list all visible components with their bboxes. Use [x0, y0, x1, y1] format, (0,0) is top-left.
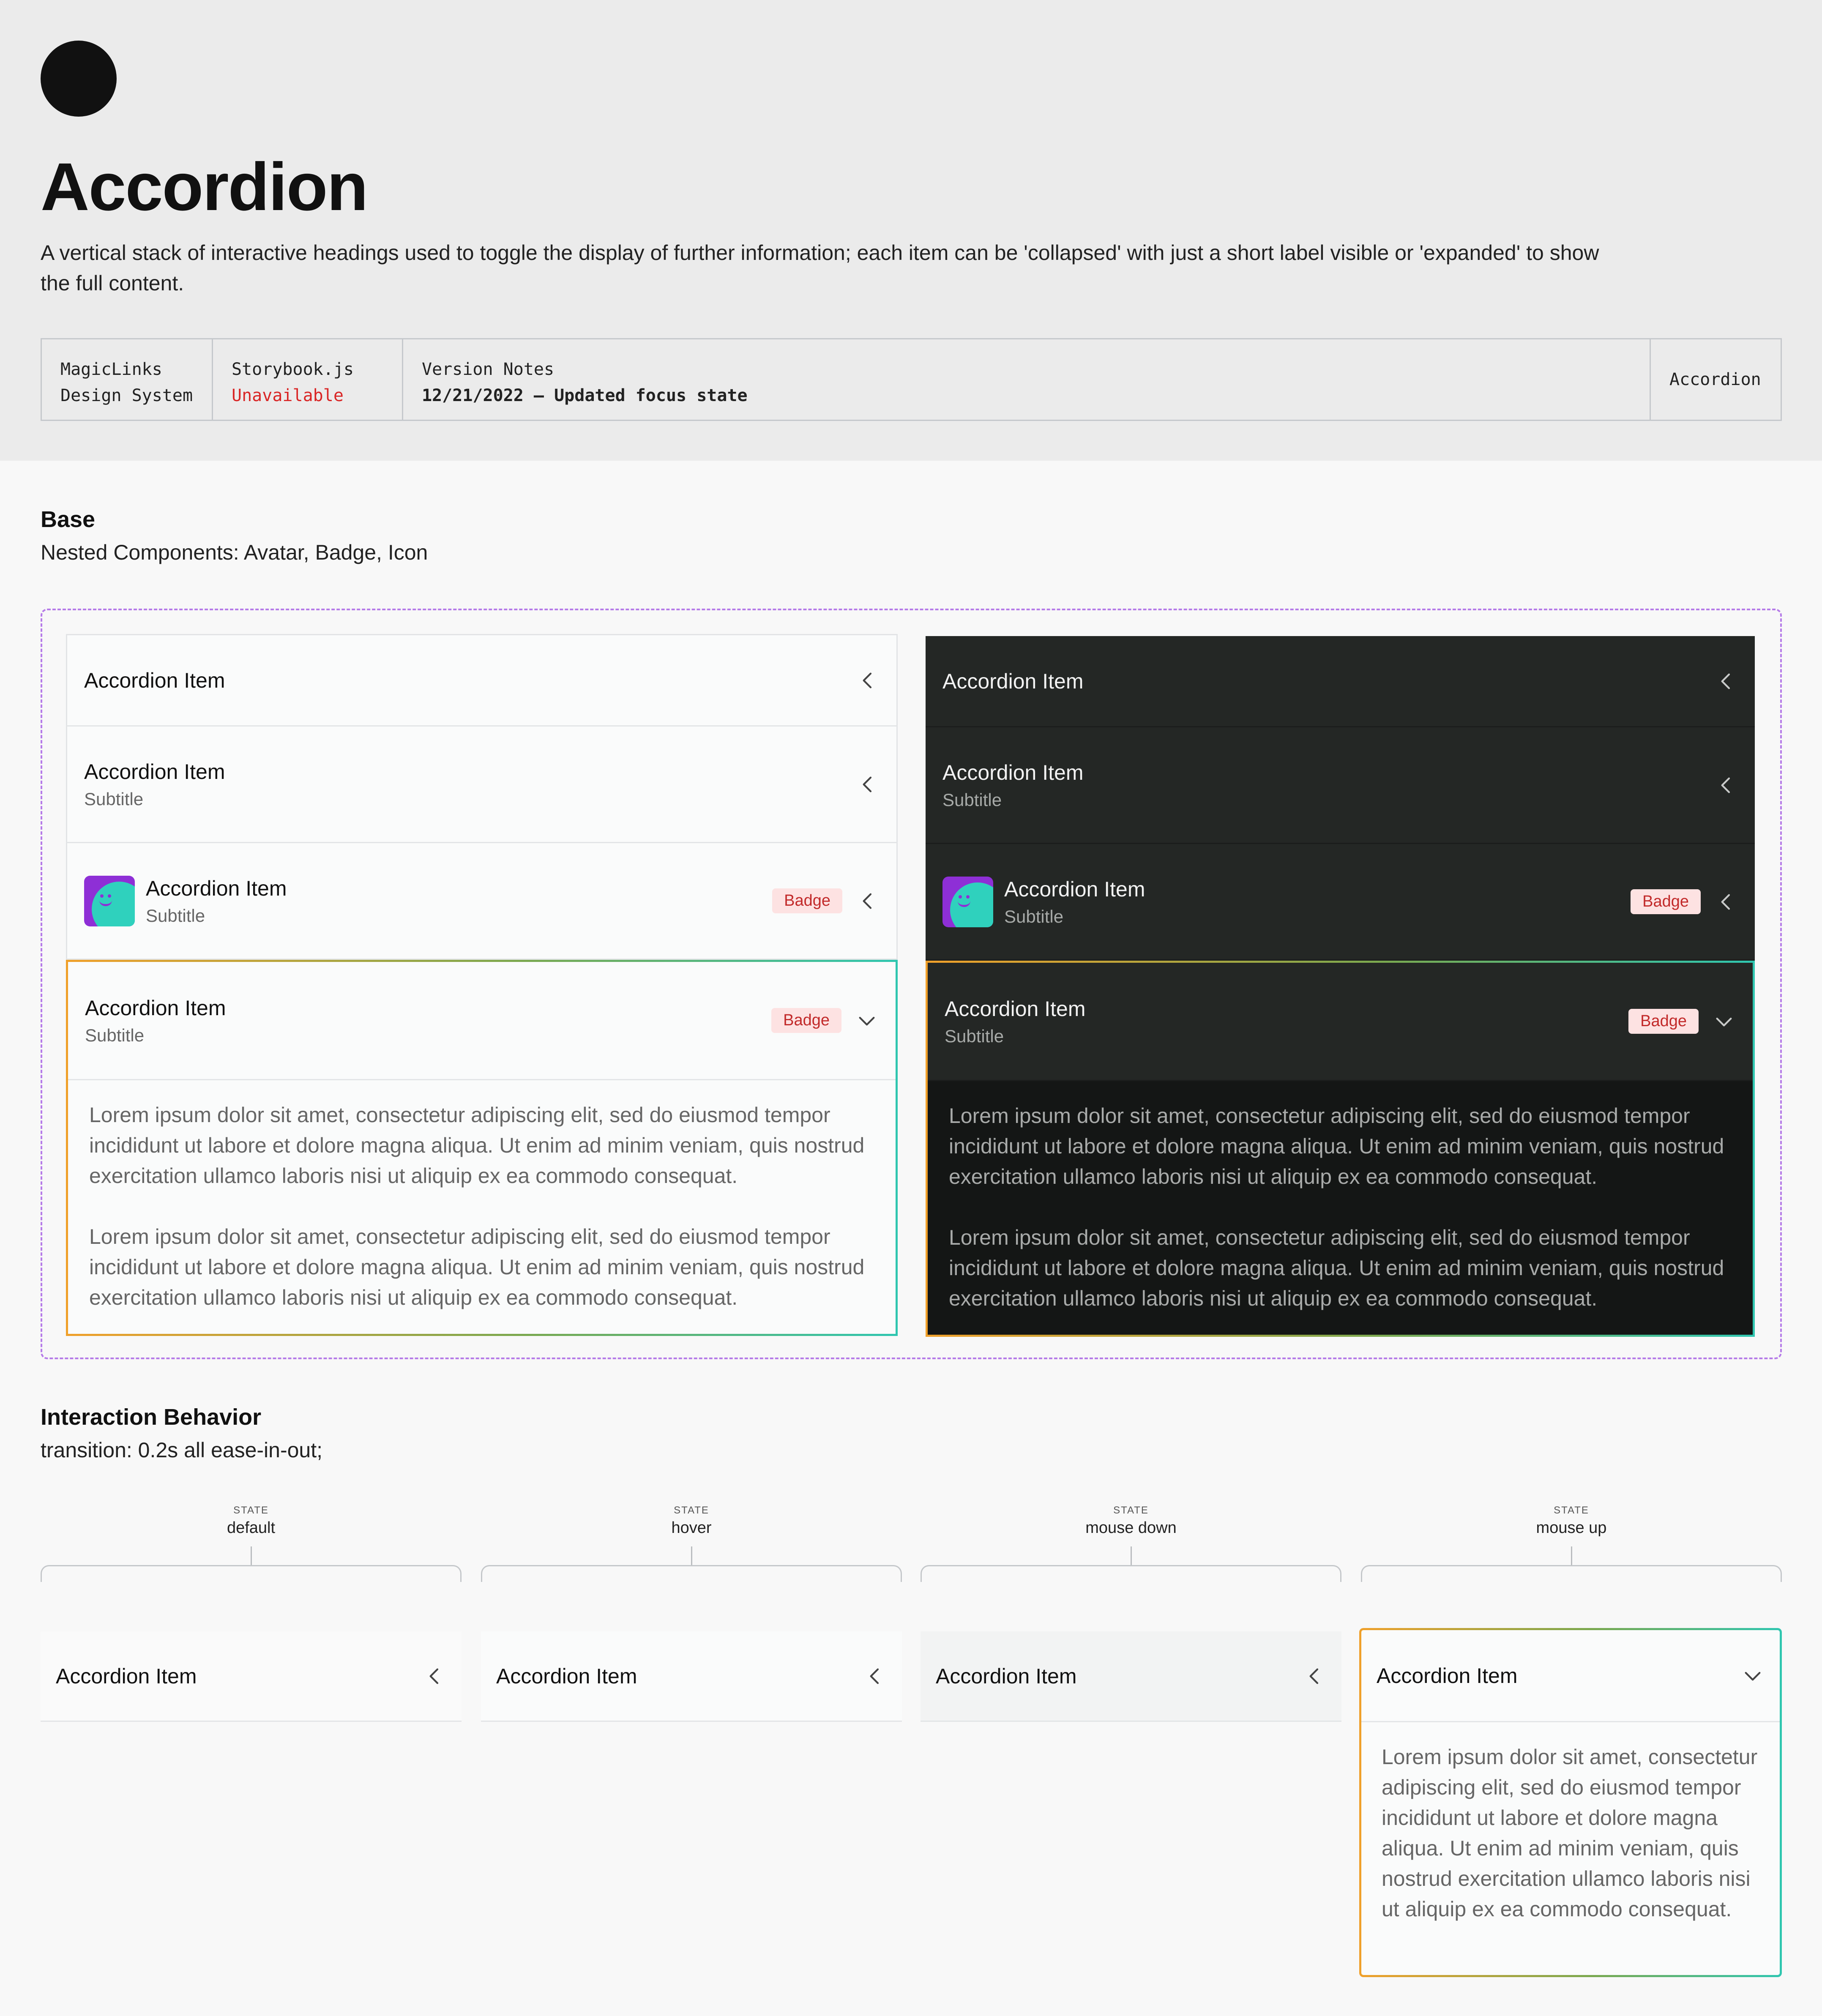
badge: Badge [1631, 889, 1701, 914]
accordion-item-expanded[interactable]: Accordion Item Subtitle Badge Lorem ipsu… [926, 961, 1755, 1337]
meta-storybook: Storybook.js Unavailable [213, 339, 403, 420]
state-value: hover [671, 1519, 712, 1537]
accordion-item[interactable]: Accordion Item [926, 636, 1755, 727]
chevron-down-icon[interactable] [1741, 1664, 1765, 1688]
accordion-item-title: Accordion Item [942, 760, 1084, 784]
notes-value: 12/21/2022 – Updated focus state [422, 386, 748, 405]
chevron-left-icon[interactable] [1714, 890, 1738, 914]
state-label: STATE [1113, 1505, 1149, 1516]
accordion-item-title: Accordion Item [936, 1664, 1077, 1688]
accordion-item-subtitle: Subtitle [945, 1026, 1004, 1046]
badge: Badge [772, 888, 842, 913]
state-bracket [481, 1565, 902, 1582]
accordion-dark: Accordion Item Accordion Item Subtitle A… [926, 636, 1755, 1337]
state-bracket [1361, 1565, 1782, 1582]
meta-component: Accordion [1650, 339, 1781, 420]
state-label: STATE [674, 1505, 709, 1516]
accordion-item-hover[interactable]: Accordion Item [481, 1631, 902, 1722]
state-label: STATE [233, 1505, 269, 1516]
accordion-item-title: Accordion Item [56, 1664, 197, 1688]
state-value: mouse down [1085, 1519, 1177, 1537]
chevron-left-icon[interactable] [423, 1664, 446, 1688]
accordion-panel: Lorem ipsum dolor sit amet, consectetur … [928, 1081, 1753, 1335]
chevron-left-icon[interactable] [856, 773, 880, 796]
avatar [942, 876, 993, 927]
chevron-down-icon[interactable] [1712, 1010, 1736, 1033]
chevron-left-icon[interactable] [863, 1664, 887, 1688]
state-value: default [227, 1519, 276, 1537]
page-title: Accordion [41, 149, 368, 224]
base-section-subtitle: Nested Components: Avatar, Badge, Icon [41, 541, 428, 564]
state-bracket [41, 1565, 462, 1582]
accordion-item-title: Accordion Item [84, 759, 225, 784]
accordion-panel: Lorem ipsum dolor sit amet, consectetur … [1382, 1745, 1758, 1921]
accordion-item-subtitle: Subtitle [942, 789, 1002, 810]
state-label: STATE [1554, 1505, 1589, 1516]
meta-system-line2: Design System [60, 386, 193, 405]
accordion-item-header[interactable]: Accordion Item Subtitle Badge [928, 963, 1753, 1081]
accordion-item-subtitle: Subtitle [85, 1025, 145, 1045]
accordion-item-title: Accordion Item [1004, 877, 1145, 901]
accordion-item-subtitle: Subtitle [1004, 906, 1064, 926]
accordion-panel: Lorem ipsum dolor sit amet, consectetur … [68, 1080, 896, 1334]
chevron-left-icon[interactable] [856, 889, 880, 913]
chevron-left-icon[interactable] [1303, 1664, 1326, 1688]
accordion-item-title: Accordion Item [496, 1664, 637, 1688]
panel-paragraph: Lorem ipsum dolor sit amet, consectetur … [89, 1225, 865, 1309]
interaction-section-subtitle: transition: 0.2s all ease-in-out; [41, 1438, 323, 1462]
accordion-item-expanded[interactable]: Accordion Item Subtitle Badge Lorem ipsu… [66, 960, 898, 1336]
chevron-left-icon[interactable] [1714, 773, 1738, 797]
meta-system-line1: MagicLinks [60, 360, 162, 379]
state-value: mouse up [1536, 1519, 1607, 1537]
state-hover: STATE hover [481, 1505, 902, 1582]
accordion-item-title: Accordion Item [1377, 1664, 1518, 1688]
storybook-status[interactable]: Unavailable [232, 382, 383, 409]
accordion-item-default[interactable]: Accordion Item [41, 1631, 462, 1722]
panel-paragraph: Lorem ipsum dolor sit amet, consectetur … [89, 1103, 865, 1188]
accordion-item-title: Accordion Item [945, 997, 1086, 1021]
accordion-item-title: Accordion Item [84, 668, 225, 692]
panel-paragraph: Lorem ipsum dolor sit amet, consectetur … [949, 1226, 1724, 1310]
state-bracket [921, 1565, 1341, 1582]
accordion-item[interactable]: Accordion Item Subtitle Badge [926, 844, 1755, 961]
accordion-item-mouse-down[interactable]: Accordion Item [921, 1631, 1341, 1722]
accordion-item-header[interactable]: Accordion Item Subtitle Badge [68, 962, 896, 1080]
accordion-item[interactable]: Accordion Item [67, 635, 896, 727]
accordion-item[interactable]: Accordion Item Subtitle [67, 727, 896, 843]
storybook-label: Storybook.js [232, 360, 354, 379]
badge: Badge [1628, 1009, 1699, 1034]
interaction-section-title: Interaction Behavior [41, 1404, 262, 1430]
chevron-left-icon[interactable] [856, 669, 880, 692]
accordion-item-subtitle: Subtitle [146, 905, 205, 926]
accordion-item[interactable]: Accordion Item Subtitle [926, 727, 1755, 844]
state-mouse-up: STATE mouse up [1361, 1505, 1782, 1582]
accordion-item-title: Accordion Item [146, 876, 287, 900]
page-header: Accordion A vertical stack of interactiv… [0, 0, 1822, 461]
notes-label: Version Notes [422, 360, 555, 379]
accordion-light: Accordion Item Accordion Item Subtitle A… [66, 634, 898, 1336]
accordion-item-title: Accordion Item [85, 996, 226, 1020]
accordion-item-subtitle: Subtitle [84, 789, 144, 809]
logo [41, 41, 117, 117]
accordion-item-title: Accordion Item [942, 669, 1084, 693]
accordion-item[interactable]: Accordion Item Subtitle Badge [67, 843, 896, 960]
accordion-item-mouse-up[interactable]: Accordion Item Lorem ipsum dolor sit ame… [1359, 1628, 1782, 1977]
avatar [84, 875, 135, 926]
state-default: STATE default [41, 1505, 462, 1582]
base-section-title: Base [41, 507, 96, 532]
state-mouse-down: STATE mouse down [921, 1505, 1341, 1582]
meta-system: MagicLinks Design System [42, 339, 213, 420]
meta-table: MagicLinks Design System Storybook.js Un… [41, 338, 1782, 421]
badge: Badge [771, 1008, 841, 1033]
meta-version-notes: Version Notes 12/21/2022 – Updated focus… [403, 339, 1650, 420]
chevron-left-icon[interactable] [1714, 669, 1738, 693]
chevron-down-icon[interactable] [855, 1009, 879, 1033]
panel-paragraph: Lorem ipsum dolor sit amet, consectetur … [949, 1104, 1724, 1188]
accordion-item-header[interactable]: Accordion Item [1361, 1630, 1780, 1722]
page-description: A vertical stack of interactive headings… [41, 241, 1599, 295]
